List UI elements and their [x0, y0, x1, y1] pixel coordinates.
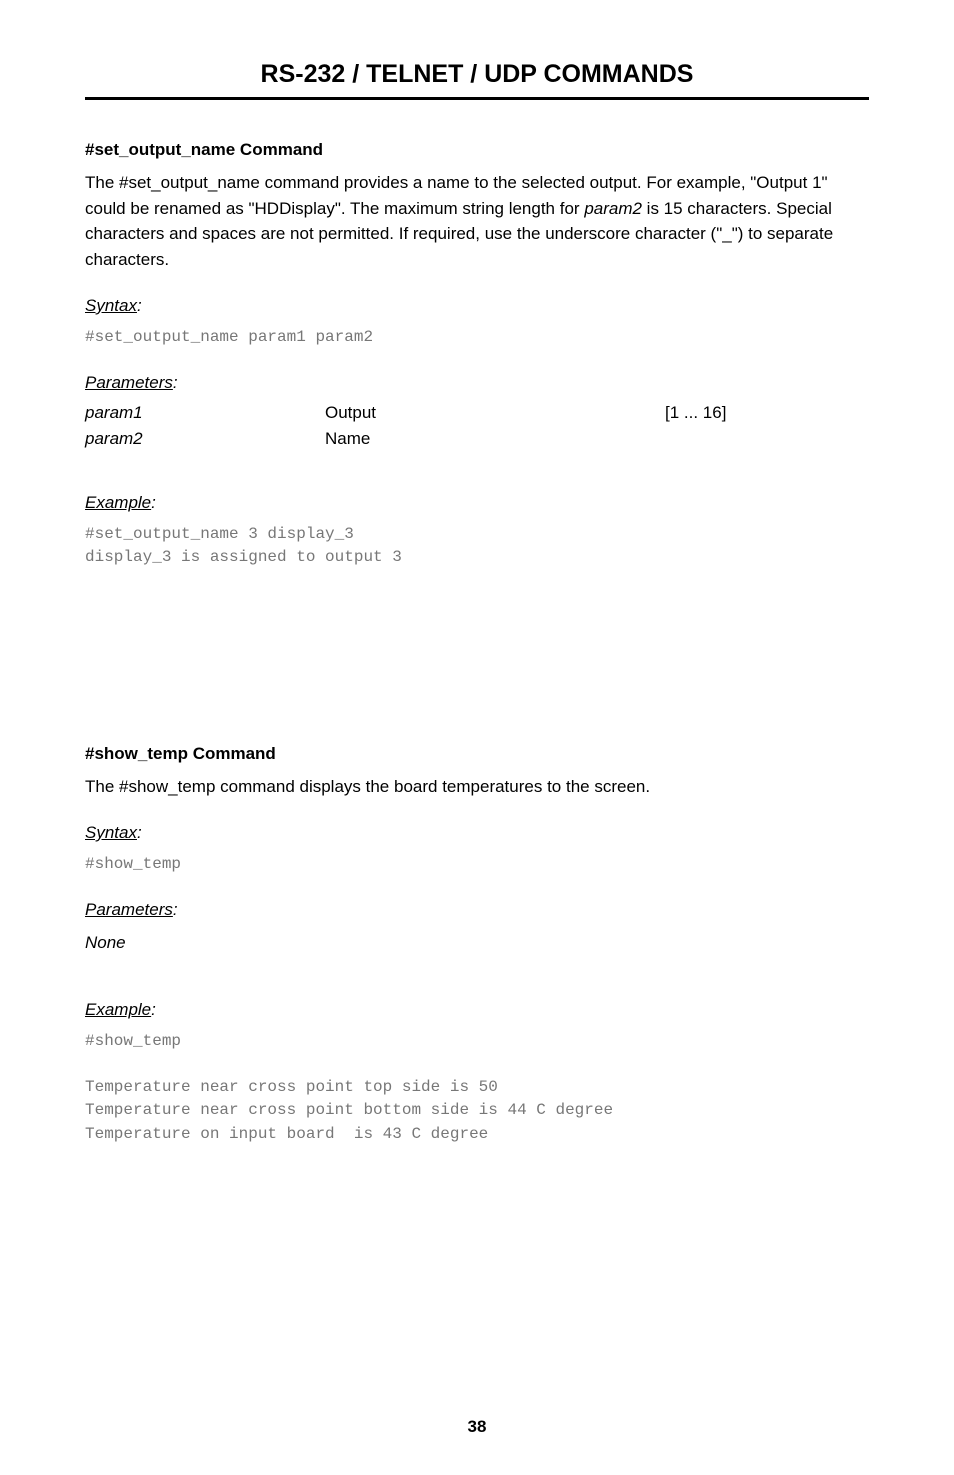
section1-heading: #set_output_name Command	[85, 140, 869, 160]
syntax-label-text: Syntax	[85, 823, 137, 842]
example-label-colon: :	[151, 1000, 156, 1019]
example-label-colon: :	[151, 493, 156, 512]
page-number: 38	[0, 1417, 954, 1437]
params-label-text: Parameters	[85, 900, 173, 919]
section1-example-code: #set_output_name 3 display_3 display_3 i…	[85, 523, 869, 569]
params-label-colon: :	[173, 900, 178, 919]
section2-body: The #show_temp command displays the boar…	[85, 774, 869, 800]
section1-example-label: Example:	[85, 493, 869, 513]
section2-syntax-label: Syntax:	[85, 823, 869, 843]
params-label-text: Parameters	[85, 373, 173, 392]
param-name: param2	[85, 429, 325, 449]
example-label-text: Example	[85, 493, 151, 512]
section1-syntax-code: #set_output_name param1 param2	[85, 326, 869, 349]
section1-body: The #set_output_name command provides a …	[85, 170, 869, 272]
param-row: param1 Output [1 ... 16]	[85, 403, 869, 423]
section2-params-label: Parameters:	[85, 900, 869, 920]
param-desc: Output	[325, 403, 665, 423]
section1-params-label: Parameters:	[85, 373, 869, 393]
section1-syntax-label: Syntax:	[85, 296, 869, 316]
title-rule	[85, 97, 869, 100]
param-desc: Name	[325, 429, 665, 449]
syntax-label-text: Syntax	[85, 296, 137, 315]
example-label-text: Example	[85, 1000, 151, 1019]
param-range	[665, 429, 869, 449]
section1-body-param: param2	[584, 199, 642, 218]
section2-heading: #show_temp Command	[85, 744, 869, 764]
param-range: [1 ... 16]	[665, 403, 869, 423]
params-label-colon: :	[173, 373, 178, 392]
section2-example-label: Example:	[85, 1000, 869, 1020]
param-row: param2 Name	[85, 429, 869, 449]
syntax-label-colon: :	[137, 296, 142, 315]
section2-params-none: None	[85, 930, 869, 956]
param-name: param1	[85, 403, 325, 423]
section2-syntax-code: #show_temp	[85, 853, 869, 876]
section2-example-code: #show_temp Temperature near cross point …	[85, 1030, 869, 1146]
page-title: RS-232 / TELNET / UDP COMMANDS	[85, 60, 869, 89]
syntax-label-colon: :	[137, 823, 142, 842]
